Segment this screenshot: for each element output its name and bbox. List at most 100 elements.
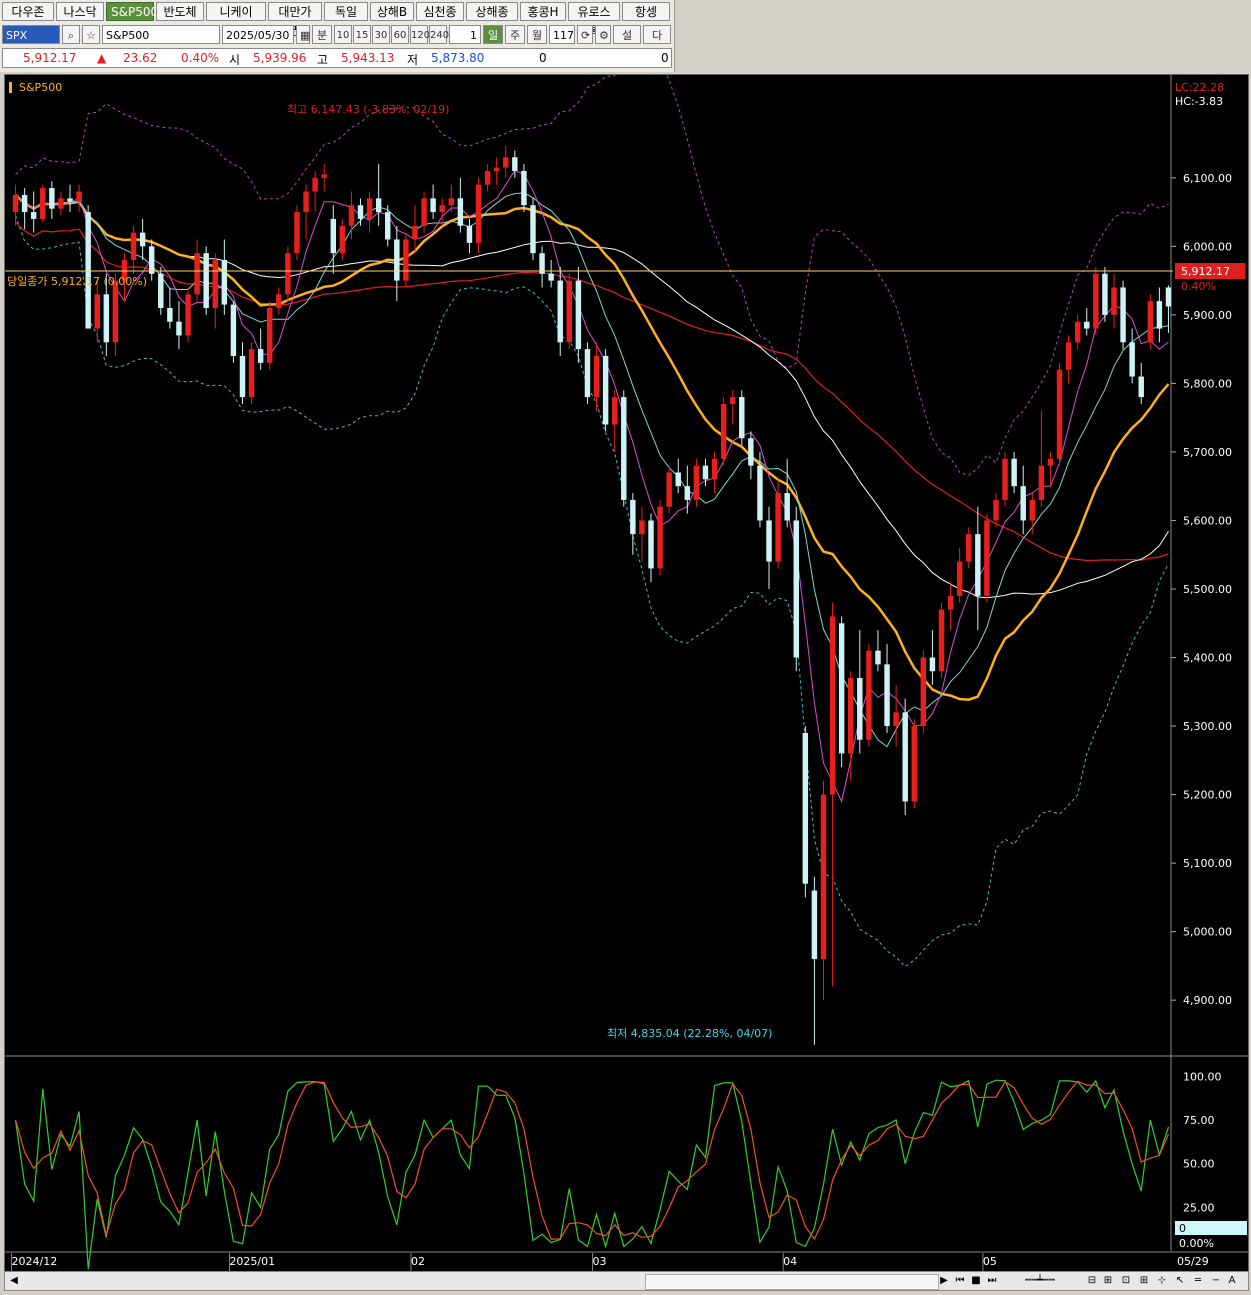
candle-body[interactable] (212, 260, 218, 309)
tab-9[interactable]: 상해종합 (466, 2, 518, 38)
candle-body[interactable] (866, 650, 872, 740)
candle-body[interactable] (729, 397, 736, 404)
candle-body[interactable] (130, 232, 137, 261)
candle-body[interactable] (267, 308, 273, 363)
stop-icon[interactable]: ■ (969, 1273, 983, 1289)
scroll-right-icon[interactable]: ▶ (937, 1273, 951, 1289)
candle-body[interactable] (1138, 376, 1144, 398)
cursor-icon[interactable]: ↖ (1173, 1273, 1187, 1289)
candle-body[interactable] (766, 520, 772, 562)
minute-option-120[interactable]: 120 (410, 24, 430, 44)
tab-12[interactable]: 항셍 (622, 2, 670, 21)
candle-body[interactable] (693, 465, 700, 500)
minus-icon[interactable]: − (1209, 1273, 1223, 1289)
candle-body[interactable] (739, 397, 745, 439)
candle-body[interactable] (702, 465, 709, 480)
candle-body[interactable] (1102, 273, 1108, 315)
minute-option-30[interactable]: 30 (372, 24, 390, 44)
candle-body[interactable] (221, 260, 228, 305)
candle-body[interactable] (920, 657, 927, 727)
candle-body[interactable] (1093, 273, 1099, 329)
candle-body[interactable] (1038, 465, 1045, 500)
candle-body[interactable] (630, 499, 636, 535)
candle-body[interactable] (548, 273, 554, 281)
candle-body[interactable] (421, 198, 427, 226)
period-month-button[interactable]: 월 (527, 24, 547, 44)
period-day-button[interactable]: 일 (483, 24, 503, 44)
candle-body[interactable] (112, 280, 119, 343)
candle-body[interactable] (1002, 458, 1008, 500)
candle-body[interactable] (176, 321, 182, 336)
chart-scrollbar[interactable]: ◀ ▶ ⏮ ■ ⏭ ┅┅┷┅┅ ⊟ ⊞ ⊡ ⊞ ⊹ ↖ ═ − A (4, 1271, 1249, 1291)
candle-body[interactable] (893, 712, 899, 727)
candle-body[interactable] (366, 198, 373, 219)
candle-body[interactable] (439, 205, 445, 213)
scroll-left-icon[interactable]: ◀ (7, 1273, 21, 1289)
period-minute-button[interactable]: 분 (312, 24, 332, 44)
zoom-out-icon[interactable]: ⊟ (1085, 1273, 1099, 1289)
date-field[interactable]: 2025/05/30 (222, 24, 294, 44)
candle-body[interactable] (584, 349, 591, 398)
last-page-icon[interactable]: ⏭ (985, 1273, 999, 1289)
candle-body[interactable] (929, 657, 936, 672)
candle-body[interactable] (430, 198, 436, 213)
candle-body[interactable] (321, 174, 327, 178)
candle-body[interactable] (1065, 342, 1072, 370)
zoom-slider[interactable]: ┅┅┷┅┅ (1005, 1273, 1075, 1289)
candle-body[interactable] (1020, 486, 1026, 521)
gear-icon[interactable]: ⚙ (595, 24, 611, 44)
candle-body[interactable] (875, 650, 881, 665)
candle-body[interactable] (40, 188, 46, 219)
candle-body[interactable] (194, 253, 200, 295)
candle-body[interactable] (593, 355, 600, 398)
candle-body[interactable] (557, 280, 563, 343)
tab-11[interactable]: 유로스톡 (568, 2, 620, 38)
candle-body[interactable] (521, 170, 527, 206)
candle-body[interactable] (512, 157, 518, 171)
candle-body[interactable] (303, 191, 309, 213)
candle-body[interactable] (857, 678, 863, 740)
candle-body[interactable] (566, 280, 573, 343)
candle-body[interactable] (911, 726, 917, 802)
refresh-icon[interactable]: ⟳ (577, 24, 593, 44)
candle-body[interactable] (58, 198, 64, 209)
candle-body[interactable] (720, 403, 727, 459)
candle-body[interactable] (657, 506, 663, 569)
candle-body[interactable] (466, 225, 473, 243)
candle-body[interactable] (775, 493, 781, 562)
tab-2[interactable]: S&P500 (106, 2, 158, 21)
chart-area[interactable]: 6,100.00 6,000.00 5,900.00 5,800.00 5,700.00… (4, 44, 1249, 1272)
tab-0[interactable]: 다우존스 (2, 2, 54, 38)
candle-body[interactable] (1129, 342, 1135, 377)
candle-body[interactable] (457, 198, 464, 226)
reset-icon[interactable]: ⊡ (1119, 1273, 1133, 1289)
candle-body[interactable] (103, 294, 110, 343)
candle-body[interactable] (475, 184, 482, 243)
crosshair-icon[interactable]: ⊹ (1155, 1273, 1169, 1289)
candle-body[interactable] (1084, 321, 1090, 329)
candle-body[interactable] (375, 198, 382, 213)
candle-body[interactable] (602, 355, 609, 425)
candle-body[interactable] (530, 205, 536, 254)
candle-body[interactable] (757, 465, 763, 521)
candle-body[interactable] (230, 304, 237, 356)
candle-body[interactable] (884, 664, 890, 727)
candle-body[interactable] (330, 218, 336, 254)
fit-icon[interactable]: ⊞ (1137, 1273, 1151, 1289)
minute-option-15[interactable]: 15 (353, 24, 371, 44)
candle-body[interactable] (448, 198, 455, 206)
candle-body[interactable] (49, 188, 55, 209)
candle-body[interactable] (348, 205, 355, 226)
tab-1[interactable]: 나스닥 (56, 2, 104, 21)
candle-body[interactable] (403, 239, 409, 281)
candle-body[interactable] (666, 472, 672, 507)
candle-body[interactable] (711, 458, 718, 480)
candle-body[interactable] (394, 239, 400, 281)
candle-body[interactable] (484, 170, 491, 185)
candle-body[interactable] (648, 520, 654, 569)
tab-8[interactable]: 심천종합 (416, 2, 464, 38)
candle-body[interactable] (76, 191, 82, 202)
candle-body[interactable] (975, 534, 981, 596)
candle-body[interactable] (966, 534, 972, 562)
name-field[interactable]: S&P500 (102, 24, 220, 44)
